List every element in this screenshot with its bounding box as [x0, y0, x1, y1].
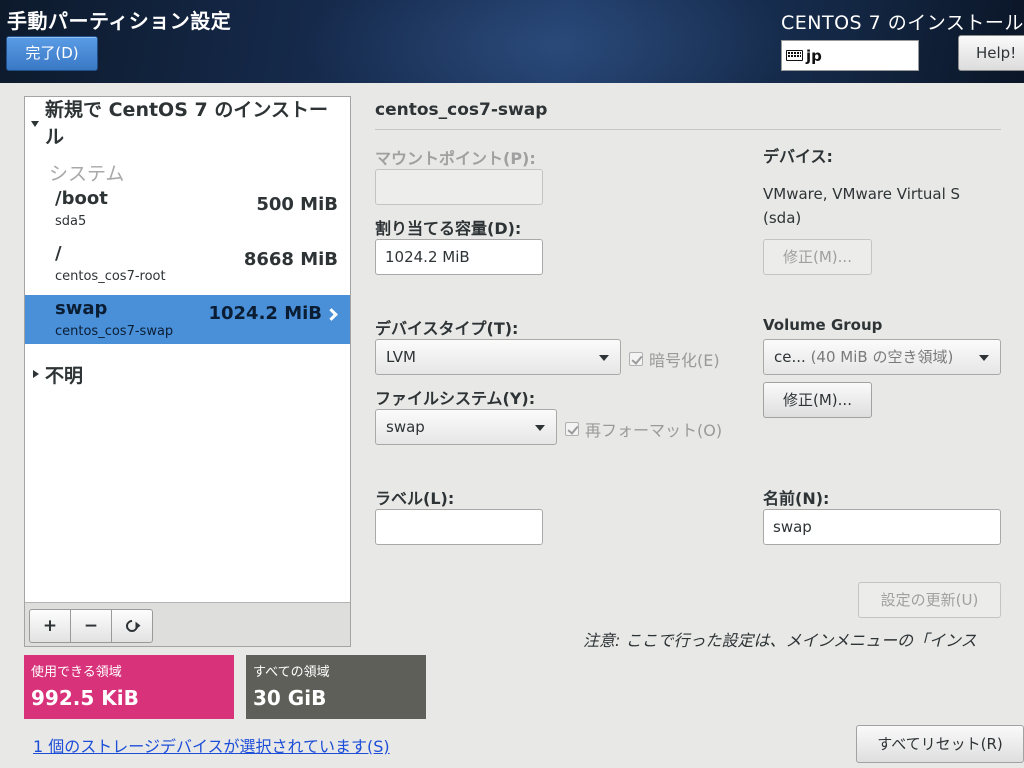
filesystem-value: swap [386, 418, 425, 436]
keyboard-layout-indicator[interactable]: jp [781, 40, 919, 71]
checkbox-checked-icon [629, 352, 643, 366]
volume-group-heading: Volume Group [763, 316, 883, 334]
device-type-value: LVM [386, 348, 416, 366]
capacity-label: 割り当てる容量(D): [375, 219, 522, 238]
mount-point-name: swap [55, 298, 108, 319]
capacity-input[interactable]: 1024.2 MiB [375, 239, 543, 275]
label-field-label: ラベル(L): [375, 489, 455, 508]
keyboard-layout-label: jp [806, 46, 822, 65]
selected-device-title: centos_cos7-swap [375, 100, 548, 120]
available-space-label: 使用できる領域 [31, 665, 122, 680]
expander-open-icon[interactable] [31, 121, 39, 127]
mount-point-row-swap[interactable]: swap centos_cos7-swap 1024.2 MiB [25, 295, 350, 344]
modify-volume-group-button[interactable]: 修正(M)... [763, 382, 872, 418]
mount-point-row-boot[interactable]: /boot sda5 500 MiB [25, 188, 350, 236]
done-button[interactable]: 完了(D) [6, 36, 98, 71]
help-button[interactable]: Help! [958, 35, 1024, 71]
name-label: 名前(N): [763, 489, 830, 508]
update-settings-button[interactable]: 設定の更新(U) [858, 582, 1001, 618]
reload-storage-button[interactable] [111, 609, 153, 643]
refresh-icon [123, 617, 141, 635]
volume-group-select[interactable]: ce... (40 MiB の空き領域) [763, 339, 1001, 375]
mount-point-name: /boot [55, 188, 108, 209]
note-text: 注意: ここで行った設定は、メインメニューの「インス [583, 631, 977, 650]
filesystem-label: ファイルシステム(Y): [375, 389, 536, 408]
header-bar: 手動パーティション設定 完了(D) CENTOS 7 のインストール jp He… [0, 0, 1024, 83]
reset-all-button[interactable]: すべてリセット(R) [856, 725, 1024, 763]
mount-point-input[interactable] [375, 169, 543, 205]
mount-point-list: 新規で CentOS 7 のインストール システム /boot sda5 500… [24, 96, 351, 647]
mount-point-size: 500 MiB [256, 194, 338, 215]
mount-point-device: centos_cos7-root [55, 269, 166, 284]
mount-point-size: 8668 MiB [243, 249, 338, 270]
divider [375, 129, 1001, 130]
install-title: CENTOS 7 のインストール [781, 12, 1024, 34]
add-mount-point-button[interactable]: + [29, 609, 71, 643]
mount-point-size: 1024.2 MiB [208, 303, 322, 324]
device-type-label: デバイスタイプ(T): [375, 319, 519, 338]
reformat-label: 再フォーマット(O) [585, 421, 723, 440]
total-space-label: すべての領域 [253, 665, 330, 680]
keyboard-icon [786, 50, 803, 61]
expander-closed-icon[interactable] [33, 370, 39, 378]
mount-point-label: マウントポイント(P): [375, 149, 536, 168]
label-input[interactable] [375, 509, 543, 545]
dropdown-arrow-icon [599, 355, 609, 361]
new-install-heading[interactable]: 新規で CentOS 7 のインストール [45, 97, 345, 151]
total-space-box: すべての領域 30 GiB [246, 655, 426, 719]
system-heading: システム [49, 163, 125, 185]
modify-device-button[interactable]: 修正(M)... [763, 239, 872, 275]
volume-group-free-space: (40 MiB の空き領域) [810, 348, 954, 366]
device-type-select[interactable]: LVM [375, 339, 621, 375]
page-title: 手動パーティション設定 [7, 9, 232, 33]
total-space-value: 30 GiB [253, 686, 327, 710]
mount-point-name: / [55, 243, 62, 264]
name-input[interactable]: swap [763, 509, 1001, 545]
dropdown-arrow-icon [535, 425, 545, 431]
chevron-right-icon [325, 308, 338, 321]
unknown-heading[interactable]: 不明 [45, 361, 83, 388]
device-description: VMware, VMware Virtual S (sda) [763, 182, 960, 230]
mount-point-toolbar: + − [25, 602, 350, 646]
encrypt-checkbox[interactable]: 暗号化(E) [629, 347, 720, 371]
dropdown-arrow-icon [979, 355, 989, 361]
volume-group-name: ce... [774, 348, 806, 366]
devices-heading: デバイス: [763, 147, 833, 166]
encrypt-label: 暗号化(E) [649, 351, 720, 370]
available-space-value: 992.5 KiB [31, 686, 139, 710]
mount-point-device: centos_cos7-swap [55, 324, 174, 339]
checkbox-checked-icon [565, 422, 579, 436]
mount-point-row-root[interactable]: / centos_cos7-root 8668 MiB [25, 243, 350, 291]
reformat-checkbox[interactable]: 再フォーマット(O) [565, 417, 722, 441]
available-space-box: 使用できる領域 992.5 KiB [24, 655, 234, 719]
mount-point-device: sda5 [55, 214, 87, 229]
device-model: VMware, VMware Virtual S [763, 185, 961, 203]
device-id: (sda) [763, 209, 802, 227]
filesystem-select[interactable]: swap [375, 409, 557, 445]
storage-devices-link[interactable]: 1 個のストレージデバイスが選択されています(S) [33, 733, 390, 757]
remove-mount-point-button[interactable]: − [70, 609, 112, 643]
